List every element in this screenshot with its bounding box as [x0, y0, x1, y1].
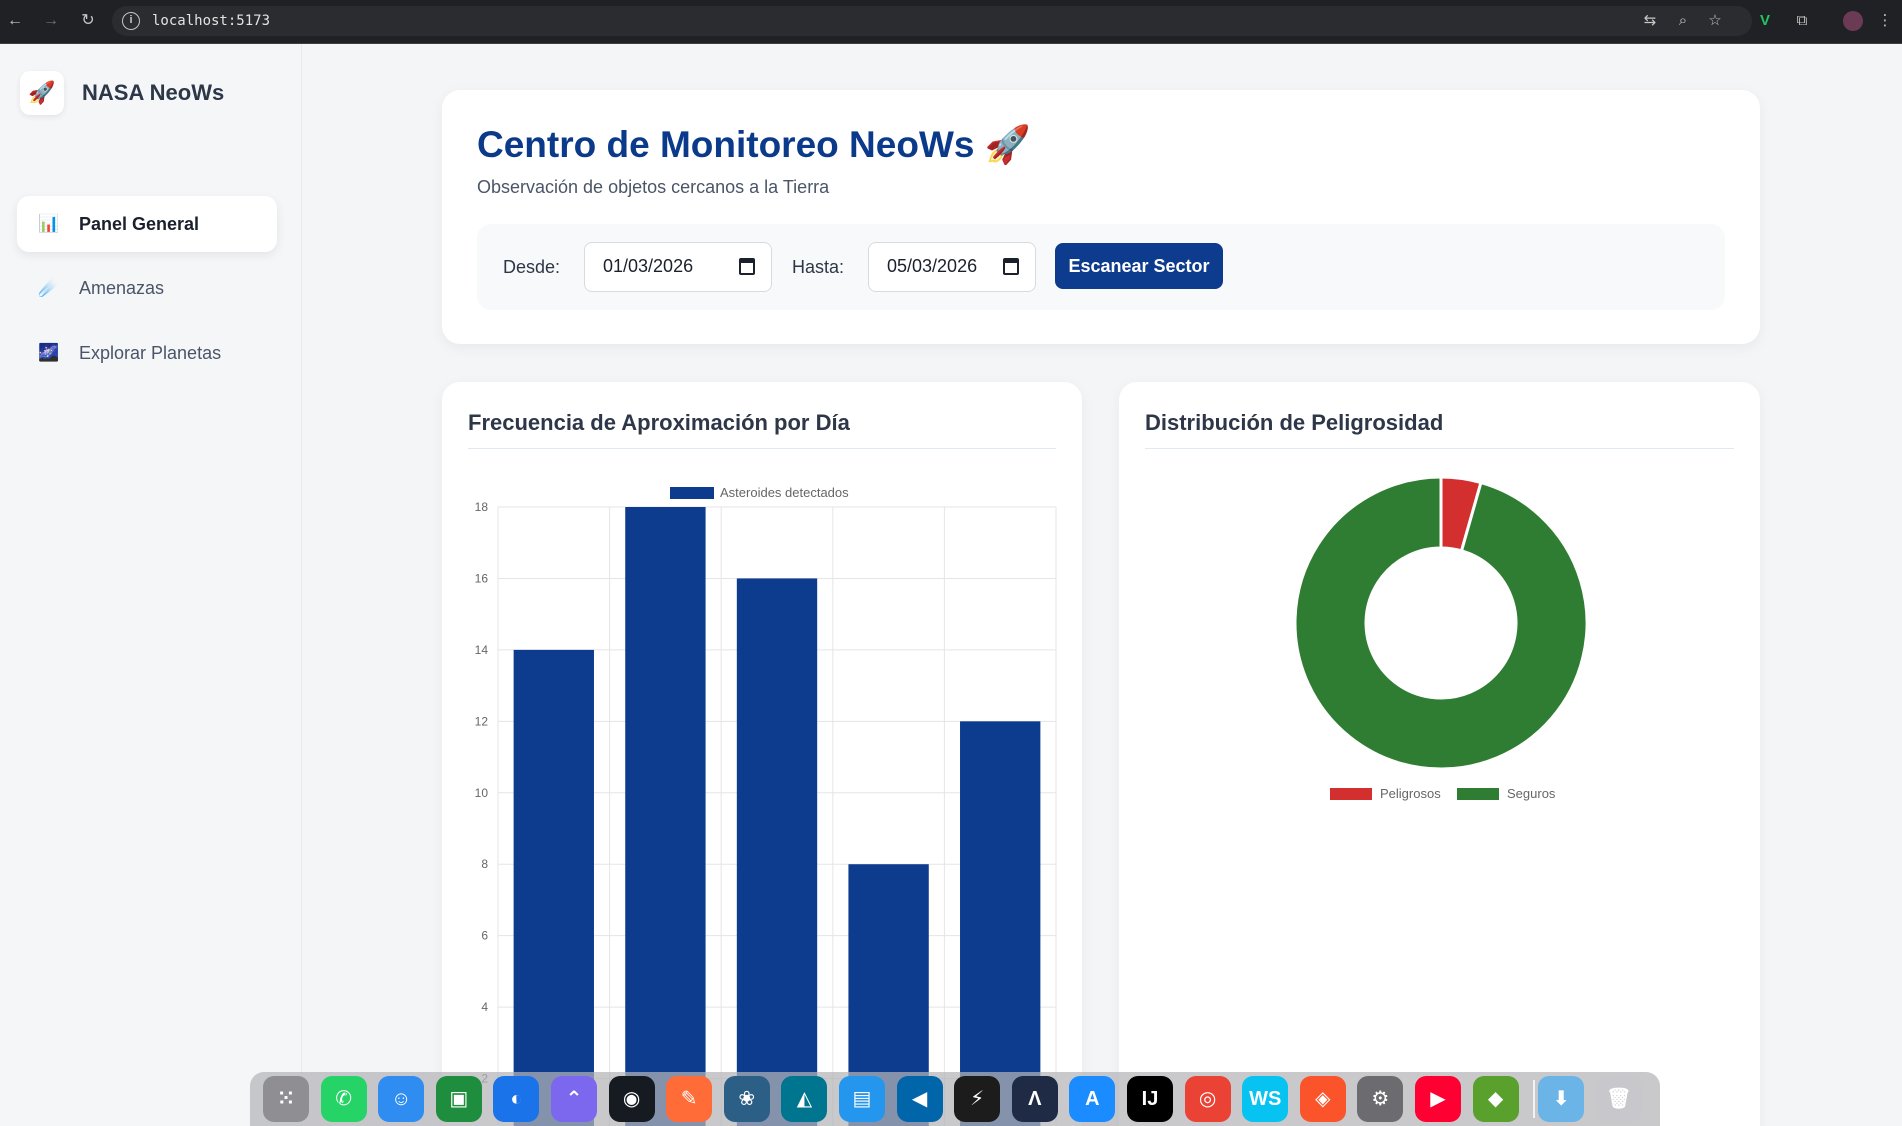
legend-label: Asteroides detectados	[720, 485, 849, 500]
intellij-icon[interactable]: IJ	[1127, 1076, 1173, 1122]
sidebar-item-panel-general[interactable]: 📊 Panel General	[17, 196, 277, 252]
address-bar[interactable]: i localhost:5173	[112, 6, 1752, 36]
sidebar: 🚀 NASA NeoWs 📊 Panel General ☄️ Amenazas…	[0, 44, 302, 1126]
reload-icon[interactable]: ↻	[77, 10, 99, 32]
scan-sector-button[interactable]: Escanear Sector	[1055, 243, 1223, 289]
vue-devtools-icon[interactable]: V	[1755, 11, 1775, 31]
y-tick-label: 16	[475, 571, 489, 585]
vscode-icon[interactable]: ◀	[896, 1076, 943, 1122]
donut-chart[interactable]: Peligrosos Seguros	[1119, 382, 1760, 1126]
legend-label: Seguros	[1507, 786, 1556, 801]
downloads-folder-icon[interactable]: ⬇	[1538, 1076, 1585, 1122]
y-tick-label: 14	[475, 643, 489, 657]
desde-label: Desde:	[503, 257, 561, 277]
legend-swatch	[1457, 788, 1499, 800]
header-card: Centro de Monitoreo NeoWs 🚀 Observación …	[442, 90, 1760, 344]
legend-label: Peligrosos	[1380, 786, 1441, 801]
y-tick-label: 12	[475, 714, 489, 728]
extensions-icon[interactable]: ⧉	[1792, 11, 1812, 31]
sidebar-item-label: Panel General	[79, 214, 200, 234]
donut-slice	[1293, 475, 1589, 771]
layers-icon[interactable]: ◆	[1472, 1076, 1519, 1122]
docker-icon[interactable]: ▤	[839, 1076, 885, 1122]
trash-icon[interactable]: 🗑	[1595, 1076, 1642, 1122]
bookmark-star-icon[interactable]: ☆	[1705, 11, 1725, 31]
arrow-right-icon[interactable]: →	[40, 10, 62, 32]
y-tick-label: 6	[481, 929, 488, 943]
clickup-icon[interactable]: ⌃	[551, 1076, 597, 1122]
bar	[625, 507, 706, 1126]
brand-name: NASA NeoWs	[82, 80, 225, 105]
legend-swatch	[1330, 788, 1372, 800]
comet-icon: ☄️	[38, 278, 60, 297]
frequency-chart-card: Frecuencia de Aproximación por Día Aster…	[442, 382, 1082, 1126]
bar-chart-icon: 📊	[38, 214, 60, 233]
bar	[736, 578, 818, 1126]
dock-separator	[1533, 1080, 1535, 1118]
y-tick-label: 4	[481, 1000, 488, 1014]
finder-icon[interactable]: ☺	[378, 1076, 425, 1122]
hasta-date-value: 05/03/2026	[887, 256, 978, 276]
page-subtitle: Observación de objetos cercanos a la Tie…	[477, 177, 830, 197]
url-text[interactable]: localhost:5173	[152, 13, 270, 29]
calendar-icon[interactable]	[739, 258, 755, 275]
arrow-left-icon[interactable]: ←	[4, 10, 26, 32]
translate-icon[interactable]: ⇆	[1640, 11, 1660, 31]
hasta-label: Hasta:	[792, 257, 845, 277]
supabase-icon[interactable]: ⚡	[954, 1076, 1001, 1122]
youtube-music-icon[interactable]: ▶	[1415, 1076, 1461, 1122]
site-info-icon[interactable]: i	[122, 12, 140, 30]
legend-swatch	[670, 487, 714, 499]
calendar-icon[interactable]	[1003, 258, 1019, 275]
mysql-workbench-icon[interactable]: ❀	[723, 1076, 770, 1122]
y-tick-label: 10	[475, 786, 489, 800]
github-icon[interactable]: ◉	[608, 1076, 655, 1122]
webstorm-icon[interactable]: WS	[1242, 1076, 1289, 1122]
launchpad-icon[interactable]: ⁙	[263, 1076, 309, 1122]
settings-icon[interactable]: ⚙	[1357, 1076, 1404, 1122]
whatsapp-icon[interactable]: ✆	[320, 1076, 367, 1122]
hasta-date-input[interactable]: 05/03/2026	[868, 242, 1036, 292]
classroom-icon[interactable]: ▣	[435, 1076, 482, 1122]
sidebar-item-amenazas[interactable]: ☄️ Amenazas	[17, 260, 277, 316]
app-store-icon[interactable]: A	[1069, 1076, 1116, 1122]
galaxy-icon: 🌌	[38, 343, 60, 362]
desde-date-value: 01/03/2026	[603, 256, 694, 276]
zoom-icon[interactable]: ⌕	[1673, 11, 1693, 31]
profile-avatar[interactable]	[1843, 11, 1863, 31]
page-title: Centro de Monitoreo NeoWs 🚀	[477, 124, 1031, 165]
y-tick-label: 8	[481, 857, 488, 871]
browser-toolbar: ← → ↻ i localhost:5173 ⇆ ⌕ ☆ V ⧉ ⋮	[0, 0, 1902, 44]
postman-icon[interactable]: ✎	[666, 1076, 713, 1122]
android-studio-icon[interactable]: Λ	[1011, 1076, 1058, 1122]
sidebar-item-label: Amenazas	[79, 278, 165, 298]
y-tick-label: 18	[475, 500, 489, 514]
date-filter-bar: Desde: 01/03/2026 Hasta: 05/03/2026 Esca…	[477, 224, 1725, 310]
dock: ⁙ ✆ ☺ ▣ ◐ ⌃ ◉ ✎ ❀ ◭ ▤ ◀ ⚡ Λ A IJ ◎ WS ◈ ⚙ ▶ ◆ ⬇ 🗑	[250, 1072, 1660, 1126]
danger-distribution-card: Distribución de Peligrosidad Peligrosos S…	[1119, 382, 1760, 1126]
menu-icon[interactable]: ⋮	[1875, 11, 1895, 31]
chrome-icon[interactable]: ◎	[1184, 1076, 1231, 1122]
sidebar-item-explorar-planetas[interactable]: 🌌 Explorar Planetas	[17, 325, 277, 381]
bar	[513, 649, 594, 1126]
sync-icon[interactable]: ◐	[493, 1076, 540, 1122]
rocket-logo-icon: 🚀	[20, 71, 64, 115]
desde-date-input[interactable]: 01/03/2026	[584, 242, 772, 292]
bar-chart[interactable]: Asteroides detectados0246810121416182026…	[442, 382, 1082, 1126]
sidebar-item-label: Explorar Planetas	[79, 343, 222, 363]
brave-icon[interactable]: ◈	[1299, 1076, 1346, 1122]
mysql-icon[interactable]: ◭	[781, 1076, 828, 1122]
bar	[960, 721, 1041, 1126]
